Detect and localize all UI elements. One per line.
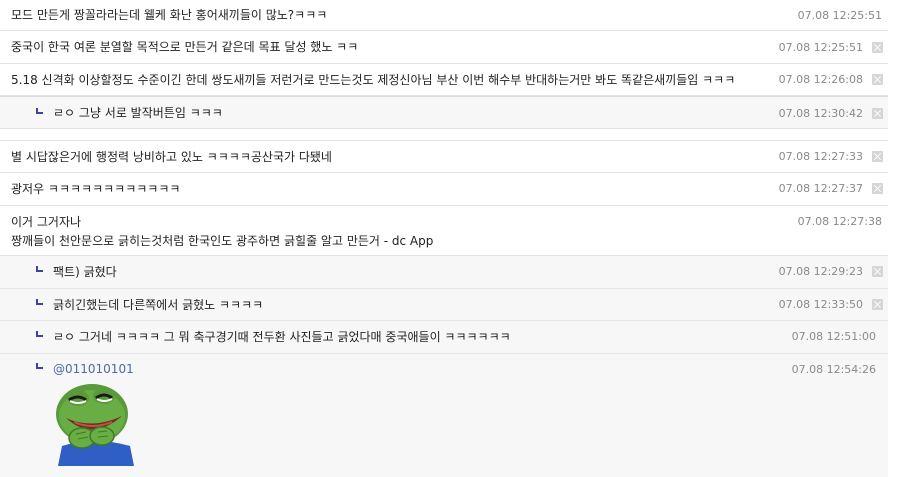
comment-date: 07.08 12:27:37 (778, 182, 863, 195)
comment-text: 5.18 신격화 이상할정도 수준이긴 한데 쌍도새끼들 저런거로 만드는것도 … (11, 73, 736, 87)
comment-text: 광저우 ㅋㅋㅋㅋㅋㅋㅋㅋㅋㅋㅋㅋ (11, 182, 181, 196)
reply-row: 팩트) 긁혔다 07.08 12:29:23 (0, 256, 888, 289)
comment-row: 별 시답잖은거에 행정력 낭비하고 있노 ㅋㅋㅋㅋ공산국가 다됐네 07.08 … (0, 141, 888, 173)
comment-divider (0, 129, 888, 141)
comment-date: 07.08 12:25:51 (797, 9, 882, 22)
reply-text: ㄹㅇ 그거네 ㅋㅋㅋㅋ 그 뭐 축구경기때 전두환 사진들고 긁었다매 중국애들… (53, 330, 511, 344)
comment-date: 07.08 12:27:38 (797, 215, 882, 228)
comment-row: 5.18 신격화 이상할정도 수준이긴 한데 쌍도새끼들 저런거로 만드는것도 … (0, 64, 888, 96)
reply-row: ㄹㅇ 그냥 서로 발작버튼임 ㅋㅋㅋ 07.08 12:30:42 (0, 96, 888, 129)
reply-arrow-icon (36, 108, 43, 114)
reply-arrow-icon (36, 363, 43, 369)
reply-date: 07.08 12:29:23 (778, 265, 863, 278)
reply-row: @011010101 07.08 12:54:26 (0, 354, 888, 477)
comment-text: 별 시답잖은거에 행정력 낭비하고 있노 ㅋㅋㅋㅋ공산국가 다됐네 (11, 150, 332, 164)
comment-row: 모드 만든게 짱꼴라라는데 웰케 화난 홍어새끼들이 많노?ㅋㅋㅋ 07.08 … (0, 0, 888, 31)
reply-arrow-icon (36, 299, 43, 305)
delete-icon[interactable] (872, 299, 883, 310)
comment-text: 모드 만든게 짱꼴라라는데 웰케 화난 홍어새끼들이 많노?ㅋㅋㅋ (11, 8, 328, 22)
delete-icon[interactable] (872, 183, 883, 194)
delete-icon[interactable] (872, 108, 883, 119)
comment-text: 중국이 한국 여론 분열할 목적으로 만든거 같은데 목표 달성 했노 ㅋㅋ (11, 40, 359, 54)
comment-row: 중국이 한국 여론 분열할 목적으로 만든거 같은데 목표 달성 했노 ㅋㅋ 0… (0, 31, 888, 64)
comment-date: 07.08 12:26:08 (778, 73, 863, 86)
reply-arrow-icon (36, 331, 43, 337)
reply-text: ㄹㅇ 그냥 서로 발작버튼임 ㅋㅋㅋ (53, 106, 223, 120)
reply-date: 07.08 12:54:26 (791, 363, 876, 376)
reply-text: 긁히긴했는데 다른쪽에서 긁혔노 ㅋㅋㅋㅋ (53, 298, 264, 312)
comment-row: 이거 그거자나 짱깨들이 천안문으로 긁히는것처럼 한국인도 광주하면 긁힐줄 … (0, 206, 888, 256)
delete-icon[interactable] (872, 42, 883, 53)
delete-icon[interactable] (872, 266, 883, 277)
comment-text-line-1: 이거 그거자나 (11, 215, 82, 229)
reply-text: 팩트) 긁혔다 (53, 265, 117, 279)
comment-text-line-2: 짱깨들이 천안문으로 긁히는것처럼 한국인도 광주하면 긁힐줄 알고 만든거 -… (11, 234, 434, 248)
reply-row: 긁히긴했는데 다른쪽에서 긁혔노 ㅋㅋㅋㅋ 07.08 12:33:50 (0, 289, 888, 321)
reply-arrow-icon (36, 266, 43, 272)
reply-mention[interactable]: @011010101 (53, 361, 134, 377)
comment-date: 07.08 12:27:33 (778, 150, 863, 163)
delete-icon[interactable] (872, 151, 883, 162)
reply-date: 07.08 12:30:42 (778, 107, 863, 120)
reply-date: 07.08 12:33:50 (778, 298, 863, 311)
comment-row: 광저우 ㅋㅋㅋㅋㅋㅋㅋㅋㅋㅋㅋㅋ 07.08 12:27:37 (0, 173, 888, 206)
pepe-frog-sticker (56, 384, 134, 466)
delete-icon[interactable] (872, 74, 883, 85)
comment-date: 07.08 12:25:51 (778, 41, 863, 54)
reply-row: ㄹㅇ 그거네 ㅋㅋㅋㅋ 그 뭐 축구경기때 전두환 사진들고 긁었다매 중국애들… (0, 321, 888, 354)
reply-date: 07.08 12:51:00 (791, 330, 876, 343)
